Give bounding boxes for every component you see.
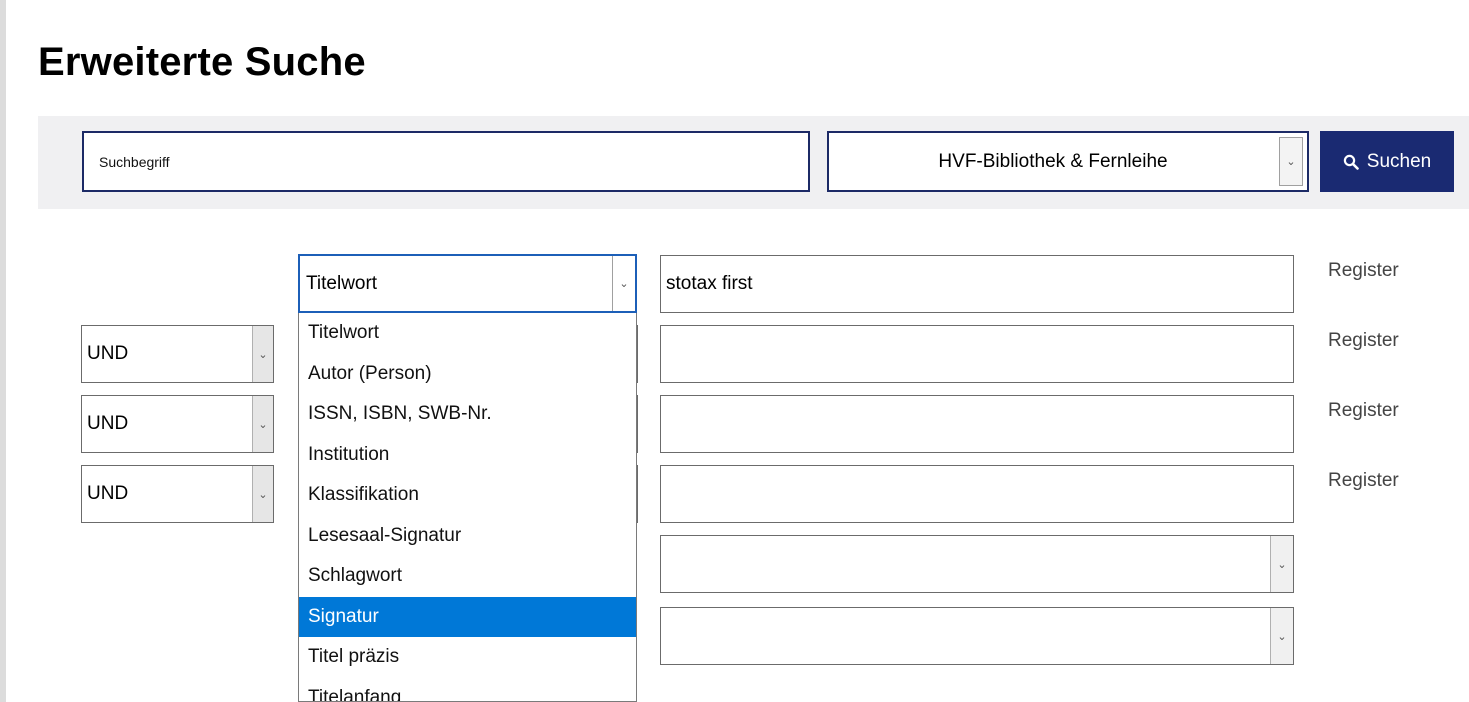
magnifier-icon <box>1343 154 1359 170</box>
term-input-row-2[interactable] <box>660 325 1294 383</box>
operator-value: UND <box>87 413 129 434</box>
dropdown-option[interactable]: ISSN, ISBN, SWB-Nr. <box>299 394 636 435</box>
dropdown-option[interactable]: Titelanfang <box>299 678 636 702</box>
chevron-down-icon[interactable]: ⌄ <box>252 396 273 452</box>
search-input[interactable] <box>82 131 810 192</box>
search-button-label: Suchen <box>1366 150 1432 172</box>
filter-select-1[interactable]: ⌄ <box>660 535 1294 593</box>
chevron-down-icon[interactable]: ⌄ <box>252 466 273 522</box>
dropdown-option[interactable]: Titel präzis <box>299 637 636 678</box>
dropdown-option[interactable]: Lesesaal-Signatur <box>299 516 636 557</box>
simple-search-bar: HVF-Bibliothek & Fernleihe ⌄ Suchen <box>38 116 1469 209</box>
left-border-rule <box>0 0 6 702</box>
register-link-row-1[interactable]: Register <box>1328 260 1399 282</box>
term-input-row-3[interactable] <box>660 395 1294 453</box>
field-select-row-1[interactable]: Titelwort ⌄ <box>298 254 637 313</box>
register-link-row-3[interactable]: Register <box>1328 400 1399 422</box>
dropdown-option[interactable]: Titelwort <box>299 313 636 354</box>
dropdown-option[interactable]: Schlagwort <box>299 556 636 597</box>
dropdown-option[interactable]: Klassifikation <box>299 475 636 516</box>
register-link-row-2[interactable]: Register <box>1328 330 1399 352</box>
field-dropdown-list: Titelwort Autor (Person) ISSN, ISBN, SWB… <box>298 313 637 702</box>
dropdown-option[interactable]: Institution <box>299 435 636 476</box>
filter-select-2[interactable]: ⌄ <box>660 607 1294 665</box>
term-input-row-1[interactable] <box>660 255 1294 313</box>
dropdown-option-highlighted[interactable]: Signatur <box>299 596 636 637</box>
operator-select-row-3[interactable]: UND ⌄ <box>81 395 274 453</box>
chevron-down-icon[interactable]: ⌄ <box>1279 137 1303 186</box>
operator-select-row-4[interactable]: UND ⌄ <box>81 465 274 523</box>
operator-value: UND <box>87 483 129 504</box>
page-title: Erweiterte Suche <box>38 40 366 84</box>
chevron-down-icon[interactable]: ⌄ <box>1270 536 1293 592</box>
operator-value: UND <box>87 343 129 364</box>
library-select-value: HVF-Bibliothek & Fernleihe <box>938 150 1168 172</box>
term-input-row-4[interactable] <box>660 465 1294 523</box>
search-button[interactable]: Suchen <box>1320 131 1454 192</box>
chevron-down-icon[interactable]: ⌄ <box>252 326 273 382</box>
library-select[interactable]: HVF-Bibliothek & Fernleihe ⌄ <box>827 131 1309 192</box>
register-link-row-4[interactable]: Register <box>1328 470 1399 492</box>
chevron-down-icon[interactable]: ⌄ <box>1270 608 1293 664</box>
field-select-value: Titelwort <box>306 272 378 294</box>
chevron-down-icon[interactable]: ⌄ <box>612 256 635 311</box>
operator-select-row-2[interactable]: UND ⌄ <box>81 325 274 383</box>
dropdown-option[interactable]: Autor (Person) <box>299 354 636 395</box>
